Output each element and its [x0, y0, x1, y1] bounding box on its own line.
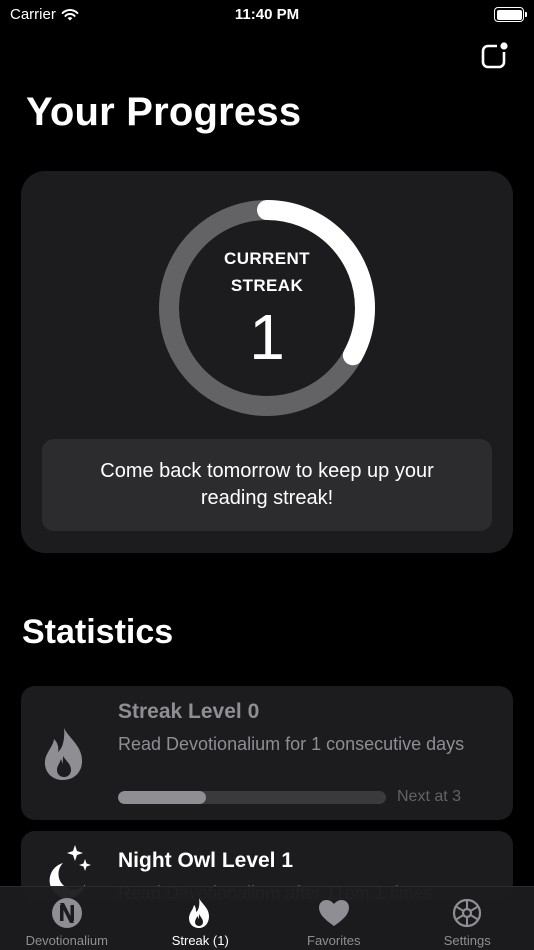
tab-streak[interactable]: Streak (1): [134, 887, 268, 950]
stat-title: Streak Level 0: [118, 700, 260, 723]
stat-card-streak-level[interactable]: Streak Level 0 Read Devotionalium for 1 …: [21, 686, 513, 820]
heart-icon: [318, 900, 349, 926]
streak-value: 1: [249, 301, 285, 373]
tab-label: Streak (1): [171, 933, 229, 948]
streak-message: Come back tomorrow to keep up your readi…: [42, 439, 492, 531]
tab-label: Settings: [443, 933, 491, 948]
streak-label-line2: STREAK: [230, 276, 304, 295]
tab-devotionalium[interactable]: Devotionalium: [0, 887, 134, 950]
streak-level-progress-bar: [118, 791, 386, 804]
status-time: 11:40 PM: [234, 6, 300, 23]
streak-card: CURRENT STREAK 1 Come back tomorrow to k…: [21, 171, 513, 553]
gear-icon: [453, 898, 482, 928]
tab-settings[interactable]: Settings: [401, 887, 534, 950]
statistics-title: Statistics: [22, 613, 174, 651]
streak-level-progress-fill: [118, 791, 207, 804]
battery-icon: [494, 7, 527, 22]
compose-icon[interactable]: [480, 40, 510, 70]
status-bar: Carrier 11:40 PM: [0, 0, 534, 30]
streak-message-text: Come back tomorrow to keep up your readi…: [100, 460, 434, 509]
streak-label: CURRENT STREAK: [157, 245, 377, 299]
tab-label: Devotionalium: [25, 933, 108, 948]
tab-favorites[interactable]: Favorites: [267, 887, 401, 950]
tab-label: Favorites: [307, 933, 361, 948]
flame-icon: [189, 898, 210, 928]
progress-next-label: Next at 3: [397, 788, 462, 805]
stat-title: Night Owl Level 1: [118, 849, 294, 872]
devotionalium-logo-icon: [51, 898, 82, 928]
page-title: Your Progress: [26, 90, 302, 134]
flame-icon: [44, 728, 83, 780]
stat-description: Read Devotionalium for 1 consecutive day…: [118, 734, 465, 754]
streak-label-line1: CURRENT: [224, 249, 310, 268]
tab-bar: Devotionalium Streak (1) Favorites Setti…: [0, 886, 534, 950]
